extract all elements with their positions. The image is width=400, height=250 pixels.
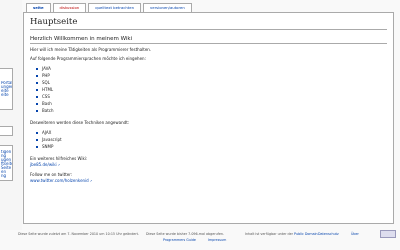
section-heading: Herzlich Willkommen in meinem Wiki <box>30 36 387 44</box>
tab-diskussion[interactable]: diskussion <box>52 3 87 12</box>
techniques-intro: Desweiteren werden diese Techniken angew… <box>30 120 130 125</box>
sidebar-search-box[interactable] <box>0 126 13 136</box>
sidebar-nav-box: Portal ungen eite eite <box>0 68 13 110</box>
tab-quelltext[interactable]: quelltext betrachten <box>88 3 142 12</box>
list-item: Bash <box>36 100 387 107</box>
tab-versionen[interactable]: versionen/autoren <box>143 3 192 12</box>
twitter-label: Follow me on twitter: <box>30 172 73 177</box>
sidebar-tools-box: tigen ng ugen ftseite Seite en ng <box>0 145 13 181</box>
page-views-text: Diese Seite wurde bisher 7.096-mal abger… <box>146 232 225 236</box>
intro-text: Hier will ich meine Tätigkeiten als Prog… <box>30 47 152 52</box>
programmers-guide-link[interactable]: Programmers Guide <box>163 238 196 242</box>
sidebar-link-4[interactable]: eite <box>1 93 12 97</box>
languages-intro: Auf folgende Programmiersprachen möchte … <box>30 56 146 61</box>
powered-by-badge-icon[interactable] <box>380 230 396 238</box>
privacy-link[interactable]: Datenschutz <box>318 232 339 236</box>
list-item: SQL <box>36 79 387 86</box>
twitter-link[interactable]: www.twitter.com/holzenkenid <box>30 178 92 183</box>
list-item: SNMP <box>36 143 387 150</box>
impressum-link[interactable]: Impressum <box>208 238 226 242</box>
list-item: AJAX <box>36 129 387 136</box>
tab-seite[interactable]: seite <box>26 3 51 12</box>
sidebar-tool-7[interactable]: ng <box>1 174 12 178</box>
other-wiki-link[interactable]: jbe85.de/wiki <box>30 162 60 167</box>
content-area: Hauptseite Herzlich Willkommen in meinem… <box>23 12 394 224</box>
list-item: JAVA <box>36 65 387 72</box>
languages-list: JAVA PHP SQL HTML CSS Bash Batch <box>36 65 387 114</box>
public-domain-link[interactable]: Public Domain <box>294 232 318 236</box>
license-text: Inhalt ist verfügbar unter der Public Do… <box>245 232 318 236</box>
last-modified-text: Diese Seite wurde zuletzt am 7. November… <box>18 232 140 236</box>
list-item: CSS <box>36 93 387 100</box>
other-wiki-label: Ein weiteres hilfreiches Wiki: <box>30 156 88 161</box>
footer: Diese Seite wurde zuletzt am 7. November… <box>0 226 400 250</box>
list-item: HTML <box>36 86 387 93</box>
list-item: PHP <box>36 72 387 79</box>
list-item: Batch <box>36 107 387 114</box>
left-sidebar: Portal ungen eite eite tigen ng ugen fts… <box>0 0 22 230</box>
techniques-list: AJAX Javascript SNMP <box>36 129 387 150</box>
list-item: Javascript <box>36 136 387 143</box>
page-title: Hauptseite <box>30 17 387 30</box>
about-link[interactable]: Über <box>351 232 359 236</box>
